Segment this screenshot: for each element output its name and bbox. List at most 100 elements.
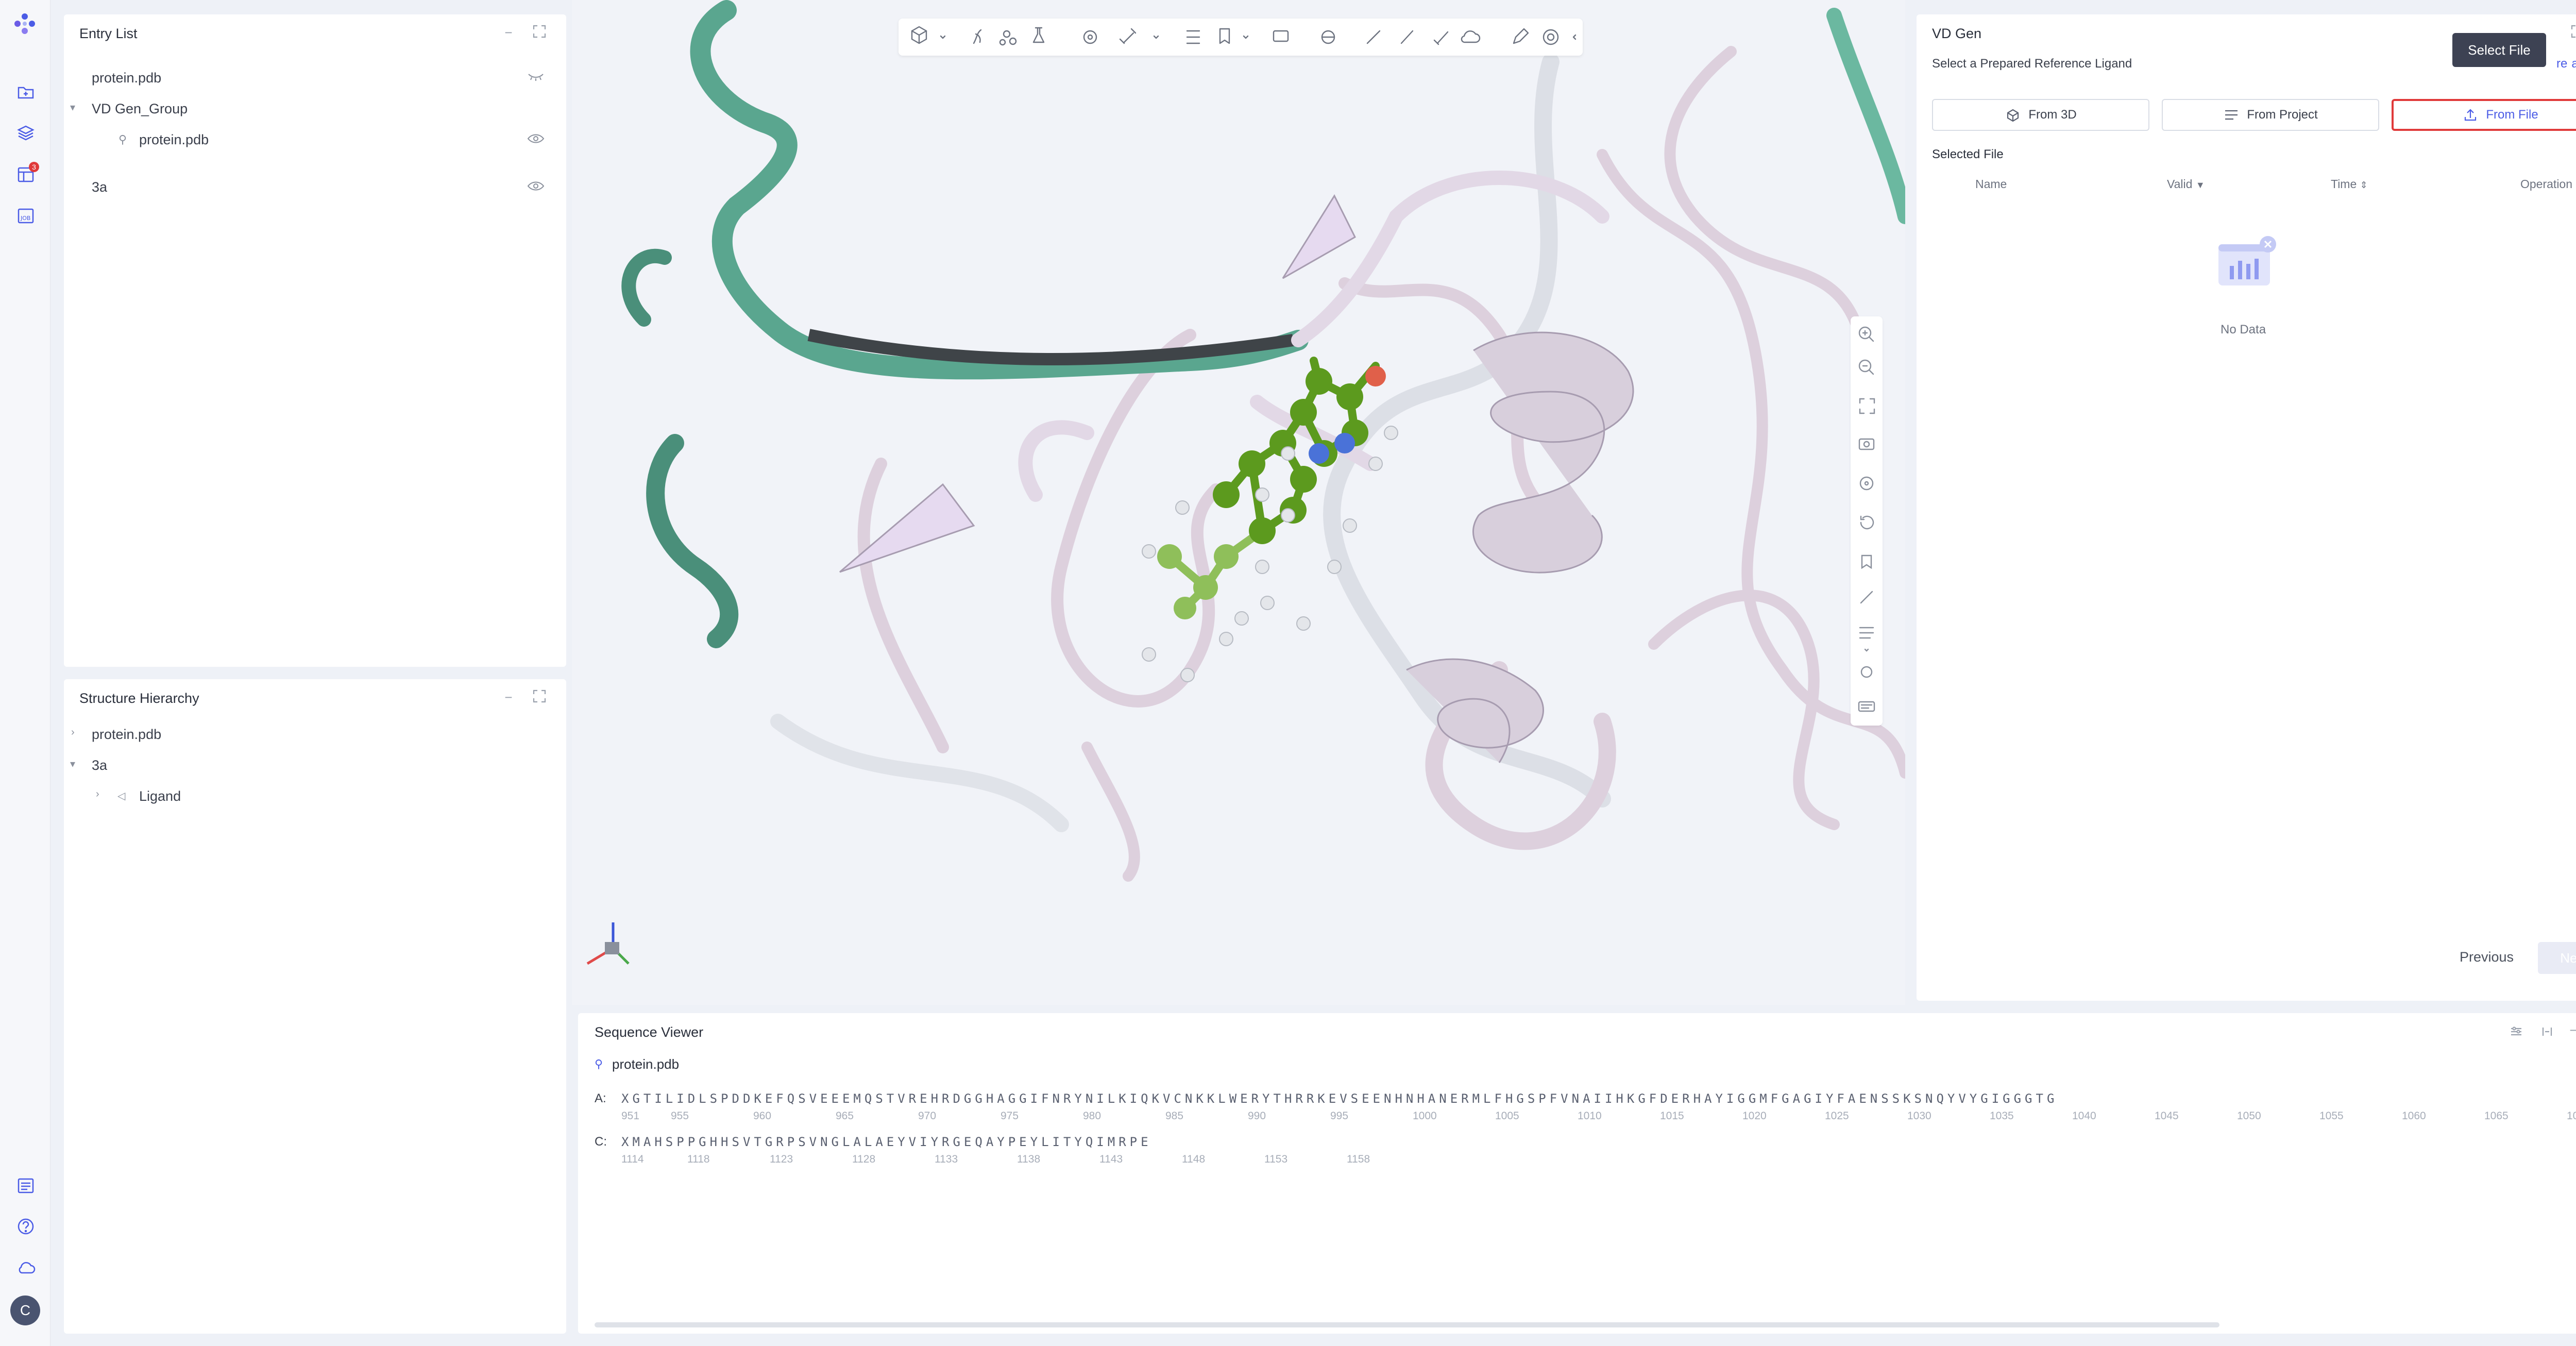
minimize-icon[interactable]: −: [500, 24, 517, 41]
eye-icon[interactable]: [527, 133, 545, 144]
eye-hidden-icon[interactable]: [527, 71, 545, 82]
residue-number: 1060: [2402, 1110, 2426, 1122]
chain-c-sequence[interactable]: XMAHSPPGHHSVTGRPSVNGLALAEYVIYRGEQAYPEYLI…: [621, 1135, 1152, 1149]
ribbon-icon[interactable]: [973, 29, 982, 44]
filter-icon[interactable]: ▼: [2196, 180, 2205, 190]
molecule-viewer[interactable]: [572, 0, 1905, 1005]
keyboard-icon[interactable]: [1858, 701, 1875, 712]
residue-number: 985: [1165, 1110, 1184, 1122]
residue-number: 1005: [1495, 1110, 1519, 1122]
list-icon[interactable]: [15, 1175, 36, 1196]
pen-icon[interactable]: [1400, 30, 1414, 44]
jobs-icon[interactable]: JOB: [15, 205, 36, 226]
sequence-wrap-icon[interactable]: [2540, 1024, 2554, 1041]
chevron-down-icon[interactable]: ▾: [70, 758, 75, 770]
chevron-down-icon[interactable]: [940, 35, 946, 39]
from-file-button[interactable]: From File: [2392, 99, 2576, 131]
viewer-toolbar: [899, 19, 1583, 56]
link-prefix: re: [2556, 57, 2568, 71]
protein-structure[interactable]: [572, 0, 1905, 1005]
chevron-down-icon[interactable]: ▾: [70, 101, 75, 114]
cube-icon: [2007, 109, 2019, 122]
bookmark-icon[interactable]: [1861, 554, 1872, 569]
residue-number: 1035: [1990, 1110, 2014, 1122]
bookmark-icon[interactable]: [1219, 28, 1230, 44]
residue-number: 995: [1330, 1110, 1349, 1122]
chevron-down-icon[interactable]: [1153, 35, 1159, 39]
fit-icon[interactable]: [1859, 398, 1875, 414]
align-icon[interactable]: [1859, 627, 1874, 639]
target-icon[interactable]: [1083, 30, 1097, 44]
expand-icon[interactable]: [2569, 24, 2576, 41]
hierarchy-item[interactable]: 3a: [92, 758, 107, 773]
collapse-icon[interactable]: [1572, 34, 1577, 40]
settings-icon[interactable]: [1543, 29, 1559, 45]
label-icon[interactable]: [1273, 30, 1289, 42]
residue-number: 1138: [1017, 1153, 1041, 1165]
link-icon[interactable]: [1119, 28, 1137, 44]
camera-icon[interactable]: [1858, 438, 1875, 450]
column-time[interactable]: Time ⇕: [2331, 177, 2368, 191]
chain-a-numbers: 951 955 960 965 970 975 980 985 990 995 …: [621, 1110, 2576, 1125]
cloud-surface-icon[interactable]: [1461, 30, 1481, 43]
residue-number: 1025: [1825, 1110, 1849, 1122]
link-suffix: are Ligand: [2571, 57, 2576, 71]
entry-item[interactable]: 3a: [92, 179, 107, 195]
entry-item[interactable]: protein.pdb: [92, 70, 161, 86]
surface-icon[interactable]: [1321, 30, 1335, 44]
tooltip: Select File: [2452, 33, 2546, 67]
rotate-icon[interactable]: [1860, 515, 1874, 530]
residue-number: 1015: [1660, 1110, 1684, 1122]
residue-number: 1000: [1413, 1110, 1437, 1122]
minimize-icon[interactable]: −: [500, 688, 517, 706]
prepare-ligand-link[interactable]: reare Ligand: [2556, 57, 2576, 71]
entry-item[interactable]: protein.pdb: [139, 132, 209, 148]
align-icon[interactable]: [1186, 30, 1200, 44]
edit-icon[interactable]: [1513, 28, 1529, 44]
sequence-settings-icon[interactable]: [2509, 1024, 2523, 1041]
expand-icon[interactable]: [531, 24, 548, 41]
eye-icon[interactable]: [527, 180, 545, 192]
color-icon[interactable]: [1860, 666, 1873, 678]
measure-icon[interactable]: [1860, 591, 1873, 604]
expand-icon[interactable]: [531, 688, 548, 706]
hierarchy-item[interactable]: Ligand: [139, 788, 181, 804]
avatar[interactable]: C: [10, 1295, 40, 1325]
bond-icon[interactable]: [1433, 31, 1449, 45]
notification-badge: 3: [29, 162, 39, 172]
molecule-icon[interactable]: [999, 30, 1017, 46]
chevron-down-icon[interactable]: [1864, 648, 1869, 652]
hierarchy-item[interactable]: protein.pdb: [92, 727, 161, 743]
help-icon[interactable]: [15, 1216, 36, 1237]
from-3d-button[interactable]: From 3D: [1932, 99, 2149, 131]
residue-number: 980: [1083, 1110, 1101, 1122]
residue-number: 951: [621, 1110, 640, 1122]
upload-icon: [2465, 109, 2477, 121]
logo-icon[interactable]: [12, 11, 37, 36]
layers-icon[interactable]: [15, 123, 36, 143]
center-icon[interactable]: [1859, 476, 1874, 491]
flask-icon[interactable]: [1032, 27, 1045, 43]
line-icon[interactable]: [1366, 30, 1381, 44]
chevron-right-icon[interactable]: ›: [96, 788, 99, 800]
sort-icon[interactable]: ⇕: [2360, 180, 2368, 190]
cloud-icon[interactable]: [15, 1257, 36, 1278]
residue-number: 990: [1248, 1110, 1266, 1122]
horizontal-scrollbar[interactable]: [595, 1322, 2219, 1327]
chevron-down-icon[interactable]: [1243, 35, 1249, 39]
zoom-in-icon[interactable]: [1858, 326, 1874, 342]
next-button[interactable]: Next: [2538, 942, 2576, 974]
chevron-right-icon[interactable]: ›: [71, 727, 75, 738]
vd-gen-panel: VD Gen × Select a Prepared Reference Lig…: [1917, 14, 2576, 1001]
previous-button[interactable]: Previous: [2460, 949, 2514, 965]
entry-group[interactable]: VD Gen_Group: [92, 101, 188, 117]
chain-a-sequence[interactable]: XGTILIDLSPDDKEFQSVEEEMQSTVREHRDGGHAGGIFN…: [621, 1091, 2576, 1106]
column-valid[interactable]: Valid ▼: [2167, 177, 2205, 191]
from-project-button[interactable]: From Project: [2162, 99, 2379, 131]
folder-add-icon[interactable]: [15, 81, 36, 102]
minimize-icon[interactable]: −: [2565, 1021, 2576, 1039]
zoom-out-icon[interactable]: [1858, 359, 1874, 375]
chain-a-label: A:: [595, 1091, 606, 1105]
cube-icon[interactable]: [911, 26, 927, 44]
sequence-file-name[interactable]: protein.pdb: [612, 1056, 679, 1072]
